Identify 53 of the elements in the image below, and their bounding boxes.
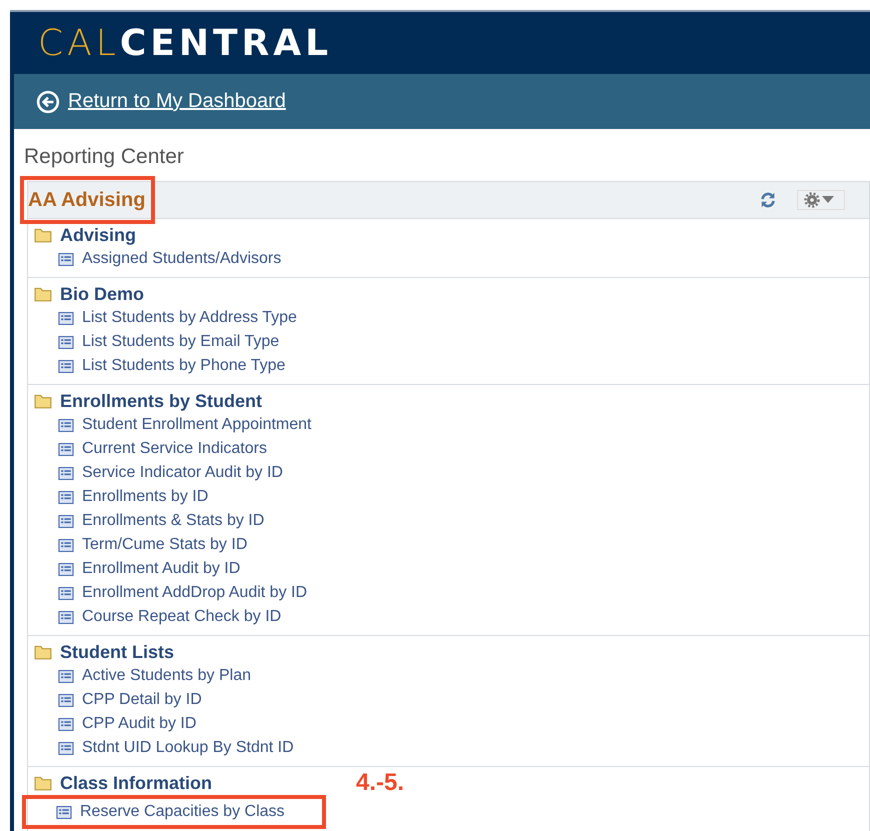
refresh-icon[interactable] xyxy=(759,191,777,209)
report-item[interactable]: Enrollments by ID xyxy=(34,485,869,509)
report-item[interactable]: Enrollment AddDrop Audit by ID xyxy=(34,581,869,605)
folder-icon xyxy=(34,775,52,791)
report-item[interactable]: CPP Audit by ID xyxy=(34,712,869,736)
report-item[interactable]: List Students by Address Type xyxy=(34,306,869,330)
report-icon xyxy=(58,538,74,552)
report-icon xyxy=(58,562,74,576)
report-icon xyxy=(58,418,74,432)
report-icon xyxy=(58,466,74,480)
report-item[interactable]: Assigned Students/Advisors xyxy=(34,247,869,271)
report-item[interactable]: Term/Cume Stats by ID xyxy=(34,533,869,557)
report-icon xyxy=(58,670,74,682)
report-item[interactable]: Course Repeat Check by ID xyxy=(34,605,869,629)
report-icon xyxy=(58,442,74,456)
report-item[interactable]: Active Students by Plan xyxy=(34,664,869,688)
step-annotation: 4.-5. xyxy=(356,769,404,797)
group-heading: Enrollments by Student xyxy=(60,390,262,412)
report-icon xyxy=(58,742,74,754)
report-icon xyxy=(58,610,74,624)
report-item[interactable]: Enrollment Audit by ID xyxy=(34,557,869,581)
panel-title: AA Advising xyxy=(20,176,156,224)
settings-button[interactable] xyxy=(797,190,845,210)
logo: CALCENTRAL xyxy=(38,22,332,64)
report-item[interactable]: Stdnt UID Lookup By Stdnt ID xyxy=(34,736,869,760)
group-heading: Bio Demo xyxy=(60,284,144,304)
folder-icon xyxy=(34,227,52,243)
report-icon xyxy=(58,514,74,528)
folder-icon xyxy=(34,286,52,302)
group-heading: Advising xyxy=(60,224,136,246)
report-icon xyxy=(58,586,74,600)
report-icon xyxy=(58,694,74,706)
return-dashboard-link[interactable]: Return to My Dashboard xyxy=(68,90,286,113)
report-icon xyxy=(58,252,74,266)
report-item[interactable]: Current Service Indicators xyxy=(34,437,869,461)
page-title: Reporting Center xyxy=(24,145,185,169)
report-icon xyxy=(58,718,74,730)
folder-icon xyxy=(34,393,52,409)
report-item[interactable]: List Students by Phone Type xyxy=(34,354,869,378)
report-item[interactable]: Service Indicator Audit by ID xyxy=(34,461,869,485)
report-icon xyxy=(56,806,72,818)
report-icon xyxy=(58,336,74,348)
report-icon xyxy=(58,490,74,504)
report-icon xyxy=(58,312,74,324)
group-heading: Student Lists xyxy=(60,642,174,662)
group-heading: Class Information xyxy=(60,772,212,794)
report-item[interactable]: Enrollments & Stats by ID xyxy=(34,509,869,533)
report-item[interactable]: List Students by Email Type xyxy=(34,330,869,354)
report-item[interactable]: Student Enrollment Appointment xyxy=(34,413,869,437)
report-item[interactable]: CPP Detail by ID xyxy=(34,688,869,712)
folder-icon xyxy=(34,644,52,660)
report-item[interactable]: Reserve Capacities by Class xyxy=(22,795,326,829)
report-icon xyxy=(58,360,74,372)
